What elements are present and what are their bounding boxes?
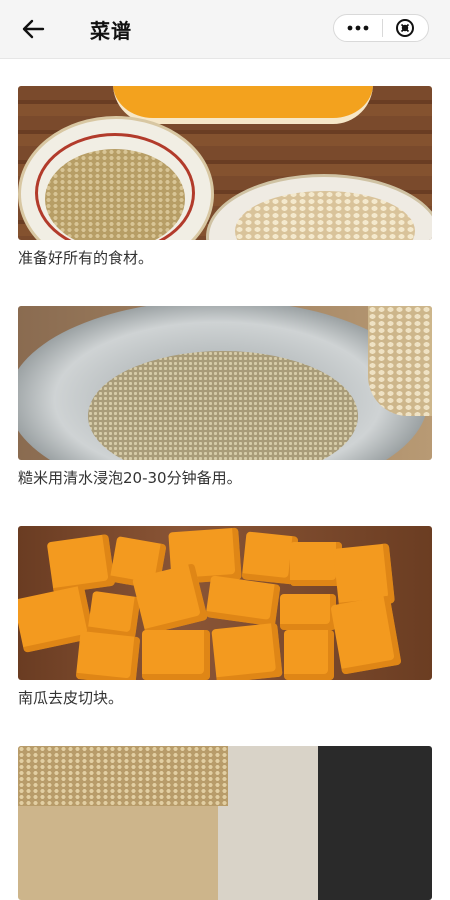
close-circle-icon bbox=[396, 19, 415, 37]
step-caption: 南瓜去皮切块。 bbox=[18, 689, 124, 707]
back-button[interactable] bbox=[16, 14, 50, 44]
step-item: 南瓜去皮切块。 bbox=[18, 526, 432, 707]
arrow-left-icon bbox=[22, 19, 45, 39]
step-photo-next[interactable] bbox=[18, 746, 432, 900]
more-dots-icon bbox=[347, 25, 369, 31]
step-photo-ingredients[interactable] bbox=[18, 86, 432, 240]
step-item: 糙米用清水浸泡20-30分钟备用。 bbox=[18, 306, 432, 487]
step-item bbox=[18, 746, 432, 900]
step-item: 准备好所有的食材。 bbox=[18, 86, 432, 267]
step-caption: 糙米用清水浸泡20-30分钟备用。 bbox=[18, 469, 242, 487]
mini-program-capsule bbox=[333, 14, 429, 42]
close-button[interactable] bbox=[382, 15, 428, 41]
step-photo-pumpkin-cubes[interactable] bbox=[18, 526, 432, 680]
more-button[interactable] bbox=[334, 15, 382, 41]
step-photo-soaking-rice[interactable] bbox=[18, 306, 432, 460]
step-caption: 准备好所有的食材。 bbox=[18, 249, 154, 267]
top-nav-bar: 菜谱 bbox=[0, 0, 450, 59]
page-title: 菜谱 bbox=[90, 19, 132, 43]
